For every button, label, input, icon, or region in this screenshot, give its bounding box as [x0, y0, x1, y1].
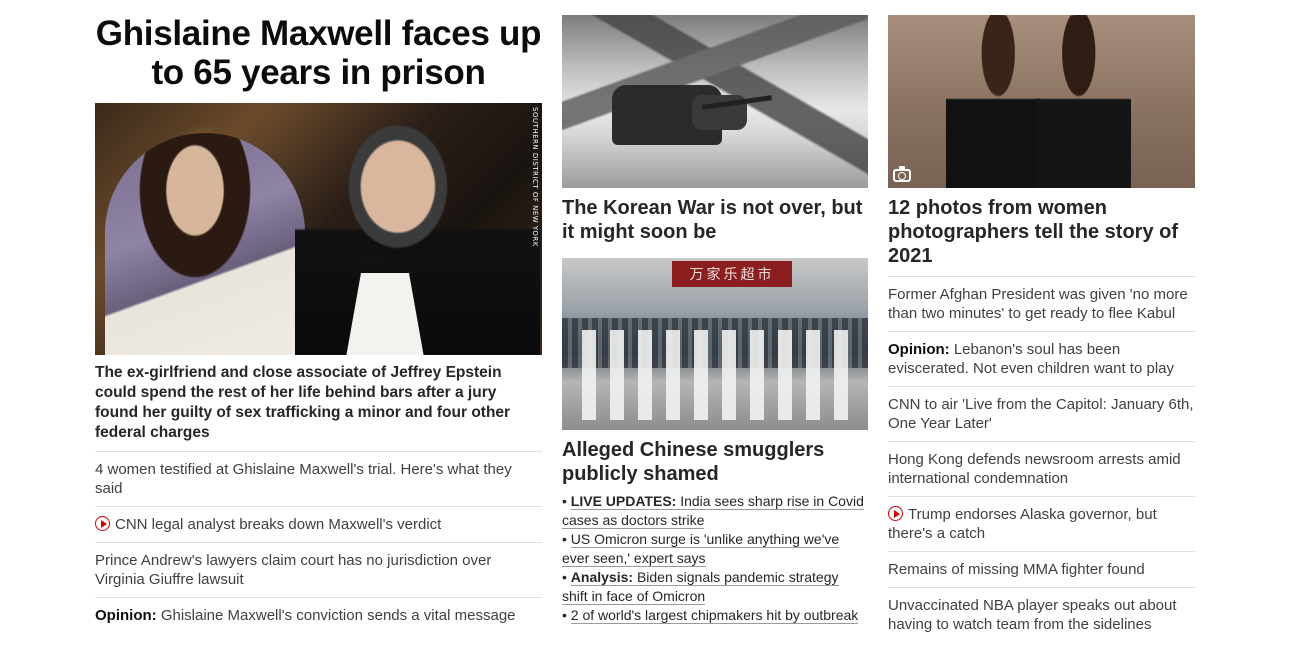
korea-war-headline[interactable]: The Korean War is not over, but it might…: [562, 196, 868, 244]
right-links-list: Former Afghan President was given 'no mo…: [888, 277, 1195, 642]
news-link[interactable]: Former Afghan President was given 'no mo…: [888, 277, 1195, 332]
lead-description[interactable]: The ex-girlfriend and close associate of…: [95, 363, 542, 452]
link-text[interactable]: CNN to air 'Live from the Capitol: Janua…: [888, 396, 1194, 432]
man-figure: [295, 118, 540, 355]
woman-figure: [1036, 15, 1131, 188]
bullet-item[interactable]: • 2 of world's largest chipmakers hit by…: [562, 606, 868, 625]
opinion-label: Opinion:: [888, 341, 950, 358]
related-link[interactable]: Prince Andrew's lawyers claim court has …: [95, 543, 542, 598]
link-text[interactable]: CNN legal analyst breaks down Maxwell's …: [115, 516, 441, 533]
link-text[interactable]: Trump endorses Alaska governor, but ther…: [888, 506, 1157, 542]
link-text[interactable]: Former Afghan President was given 'no mo…: [888, 286, 1188, 322]
link-text[interactable]: 4 women testified at Ghislaine Maxwell's…: [95, 461, 512, 497]
hazmat-figures: [582, 330, 862, 420]
bullet-item[interactable]: • LIVE UPDATES: India sees sharp rise in…: [562, 492, 868, 530]
camera-icon: [893, 166, 911, 182]
news-link[interactable]: Hong Kong defends newsroom arrests amid …: [888, 442, 1195, 497]
lead-related-links: 4 women testified at Ghislaine Maxwell's…: [95, 452, 542, 633]
news-link-video[interactable]: Trump endorses Alaska governor, but ther…: [888, 497, 1195, 552]
live-updates-label: LIVE UPDATES:: [570, 493, 677, 509]
link-text[interactable]: Prince Andrew's lawyers claim court has …: [95, 552, 491, 588]
analysis-label: Analysis:: [570, 569, 634, 585]
right-column: 12 photos from women photographers tell …: [888, 0, 1195, 642]
women-photographers-image[interactable]: [888, 15, 1195, 188]
lead-image[interactable]: SOUTHERN DISTRICT OF NEW YORK: [95, 103, 542, 355]
store-sign: 万家乐超市: [672, 261, 792, 287]
lead-headline[interactable]: Ghislaine Maxwell faces up to 65 years i…: [95, 14, 542, 92]
china-smugglers-headline[interactable]: Alleged Chinese smugglers publicly shame…: [562, 438, 868, 486]
woman-figure: [946, 15, 1041, 188]
women-photographers-headline[interactable]: 12 photos from women photographers tell …: [888, 196, 1195, 277]
play-circle-icon: [888, 506, 903, 521]
news-link[interactable]: Remains of missing MMA fighter found: [888, 552, 1195, 588]
lead-story-column: Ghislaine Maxwell faces up to 65 years i…: [95, 0, 542, 633]
bullet-text[interactable]: US Omicron surge is 'unlike anything we'…: [562, 531, 840, 567]
bullet-text[interactable]: 2 of world's largest chipmakers hit by o…: [570, 607, 859, 624]
play-circle-icon: [95, 516, 110, 531]
link-text[interactable]: Hong Kong defends newsroom arrests amid …: [888, 451, 1181, 487]
bullet-item[interactable]: • US Omicron surge is 'unlike anything w…: [562, 530, 868, 568]
middle-column: The Korean War is not over, but it might…: [562, 0, 868, 625]
news-link-opinion[interactable]: Opinion: Lebanon's soul has been eviscer…: [888, 332, 1195, 387]
link-text[interactable]: Remains of missing MMA fighter found: [888, 561, 1145, 578]
related-link-opinion[interactable]: Opinion: Ghislaine Maxwell's conviction …: [95, 598, 542, 633]
bow-tie: [357, 251, 387, 267]
related-link-video[interactable]: CNN legal analyst breaks down Maxwell's …: [95, 507, 542, 543]
opinion-label: Opinion:: [95, 607, 157, 624]
covid-bullet-list: • LIVE UPDATES: India sees sharp rise in…: [562, 492, 868, 625]
woman-figure: [105, 133, 305, 355]
related-link[interactable]: 4 women testified at Ghislaine Maxwell's…: [95, 452, 542, 507]
link-text[interactable]: Ghislaine Maxwell's conviction sends a v…: [161, 607, 516, 624]
news-link[interactable]: Unvaccinated NBA player speaks out about…: [888, 588, 1195, 642]
image-credit: SOUTHERN DISTRICT OF NEW YORK: [531, 107, 539, 247]
link-text[interactable]: Unvaccinated NBA player speaks out about…: [888, 597, 1177, 633]
news-link[interactable]: CNN to air 'Live from the Capitol: Janua…: [888, 387, 1195, 442]
korea-war-image[interactable]: [562, 15, 868, 188]
bullet-item[interactable]: • Analysis: Biden signals pandemic strat…: [562, 568, 868, 606]
china-smugglers-image[interactable]: 万家乐超市: [562, 258, 868, 430]
